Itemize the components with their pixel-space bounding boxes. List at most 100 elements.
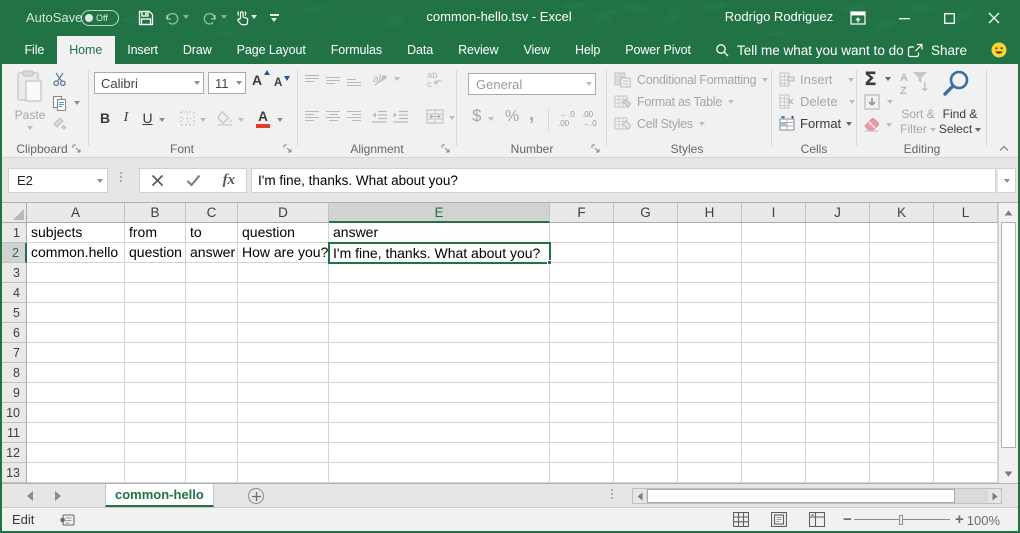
zoom-in-button[interactable]: + [955,511,964,528]
formula-bar-expand-button[interactable] [998,168,1016,193]
decrease-decimal-button[interactable]: .00 →.0 [580,109,602,130]
row-header-2[interactable]: 2 [2,243,27,263]
cell-I9[interactable] [742,383,806,403]
touch-mouse-mode-button[interactable] [232,8,252,28]
user-name[interactable]: Rodrigo Rodriguez [725,9,833,24]
share-button[interactable]: Share [907,36,967,64]
align-right-icon[interactable] [347,110,361,122]
row-header-12[interactable]: 12 [2,443,27,463]
column-header-L[interactable]: L [934,203,998,223]
merge-dropdown-caret[interactable] [449,116,455,120]
row-header-11[interactable]: 11 [2,423,27,443]
fill-handle[interactable] [547,260,552,265]
cell-G7[interactable] [614,343,678,363]
find-select-button[interactable] [941,69,971,102]
cell-L4[interactable] [934,283,998,303]
cell-E11[interactable] [329,423,550,443]
font-color-dropdown-caret[interactable] [277,118,283,122]
cut-button[interactable] [52,72,67,90]
ribbon-tab-page-layout[interactable]: Page Layout [224,36,318,64]
font-color-button[interactable]: A [255,109,271,124]
cell-C8[interactable] [186,363,238,383]
cell-I5[interactable] [742,303,806,323]
clear-button[interactable] [863,117,892,132]
row-header-13[interactable]: 13 [2,463,27,483]
cell-A9[interactable] [27,383,125,403]
cell-A10[interactable] [27,403,125,423]
row-header-1[interactable]: 1 [2,223,27,243]
cell-L2[interactable] [934,243,998,263]
cell-I1[interactable] [742,223,806,243]
cell-K3[interactable] [870,263,934,283]
cell-D7[interactable] [238,343,329,363]
cell-C2[interactable]: answer [186,243,238,263]
column-header-A[interactable]: A [27,203,125,223]
cell-C11[interactable] [186,423,238,443]
cell-L8[interactable] [934,363,998,383]
tab-scrollbar-gripper[interactable] [611,489,613,499]
cell-A13[interactable] [27,463,125,483]
cell-E6[interactable] [329,323,550,343]
cell-K7[interactable] [870,343,934,363]
cell-J9[interactable] [806,383,870,403]
cell-C9[interactable] [186,383,238,403]
cell-F9[interactable] [550,383,614,403]
increase-decimal-button[interactable]: ←.0 .00 [556,109,578,130]
align-left-icon[interactable] [305,110,319,122]
cell-A2[interactable]: common.hello [27,243,125,263]
cell-G12[interactable] [614,443,678,463]
insert-function-icon[interactable]: fx [223,172,236,189]
align-middle-icon[interactable] [326,74,340,86]
row-header-6[interactable]: 6 [2,323,27,343]
comma-style-button[interactable]: , [529,104,534,126]
column-header-F[interactable]: F [550,203,614,223]
cancel-icon[interactable] [151,174,164,187]
scroll-left-arrow[interactable] [633,489,646,503]
cell-A6[interactable] [27,323,125,343]
scroll-up-arrow[interactable] [999,204,1018,221]
cell-K6[interactable] [870,323,934,343]
autosave-toggle[interactable]: Off [81,10,119,26]
ribbon-tab-file[interactable]: File [12,36,57,64]
cell-I11[interactable] [742,423,806,443]
delete-cells-button[interactable]: Delete [779,94,855,109]
horizontal-scrollbar[interactable] [632,488,1002,504]
column-header-G[interactable]: G [614,203,678,223]
cell-L12[interactable] [934,443,998,463]
cell-A3[interactable] [27,263,125,283]
copy-dropdown-caret[interactable] [74,101,80,105]
page-break-preview-button[interactable] [809,512,825,527]
font-size-combo[interactable]: 11 [208,72,246,94]
redo-button[interactable] [200,8,220,28]
cell-H10[interactable] [678,403,742,423]
sheet-tab-common-hello[interactable]: common-hello [105,484,214,507]
cell-K8[interactable] [870,363,934,383]
row-header-4[interactable]: 4 [2,283,27,303]
row-header-8[interactable]: 8 [2,363,27,383]
cell-H13[interactable] [678,463,742,483]
column-header-D[interactable]: D [238,203,329,223]
cell-I2[interactable] [742,243,806,263]
wrap-text-button[interactable]: ab c [426,69,446,92]
ribbon-tab-data[interactable]: Data [395,36,446,64]
cell-F3[interactable] [550,263,614,283]
cell-E7[interactable] [329,343,550,363]
maximize-button[interactable] [927,0,971,36]
cell-J6[interactable] [806,323,870,343]
ribbon-tab-view[interactable]: View [511,36,562,64]
cell-G2[interactable] [614,243,678,263]
cell-B2[interactable]: question [125,243,186,263]
decrease-font-size-button[interactable]: A [274,74,293,95]
ribbon-display-options-button[interactable] [836,0,880,36]
scroll-right-arrow[interactable] [988,489,1001,503]
vertical-scrollbar[interactable] [998,203,1018,483]
ribbon-tab-formulas[interactable]: Formulas [318,36,394,64]
cell-E13[interactable] [329,463,550,483]
cell-B12[interactable] [125,443,186,463]
cell-L11[interactable] [934,423,998,443]
cell-D10[interactable] [238,403,329,423]
font-dialog-launcher[interactable] [283,144,293,154]
accounting-format-button[interactable]: $ [472,106,481,126]
cell-C4[interactable] [186,283,238,303]
cell-E1[interactable]: answer [329,223,550,243]
